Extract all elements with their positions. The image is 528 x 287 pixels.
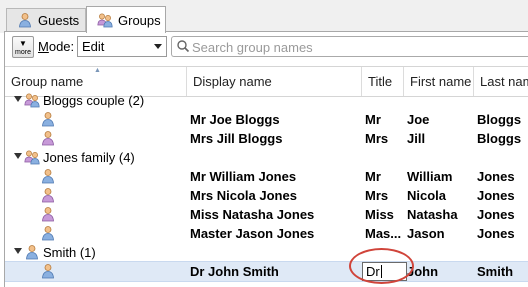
column-header-label: Group name [11, 74, 84, 89]
member-row[interactable]: Mr William Jones Mr William Jones [5, 167, 528, 186]
group-people-icon [24, 92, 40, 111]
first-name-cell[interactable]: Nicola [407, 188, 475, 203]
group-label: Smith (1) [43, 245, 96, 260]
first-name-cell[interactable]: Natasha [407, 207, 475, 222]
column-header-label: Last nam [480, 74, 528, 89]
tab-guests-label: Guests [38, 12, 80, 28]
title-cell[interactable]: Mr [365, 112, 403, 127]
title-cell[interactable]: Miss [365, 207, 403, 222]
member-row[interactable]: Master Jason Jones Mas... Jason Jones [5, 224, 528, 243]
column-header-label: First name [410, 74, 472, 89]
groups-grid: Group name ▲ Display name Title First na… [4, 62, 528, 287]
mode-value: Edit [82, 39, 105, 54]
tab-strip: Guests Groups [0, 0, 528, 33]
search-box[interactable] [171, 36, 528, 57]
female-person-icon [41, 206, 55, 225]
member-row-selected[interactable]: Dr John Smith Dr John Smith [5, 261, 528, 282]
group-label: Jones family (4) [43, 150, 135, 165]
female-person-icon [41, 130, 55, 149]
member-row[interactable]: Mrs Jill Bloggs Mrs Jill Bloggs [5, 129, 528, 148]
display-name-cell[interactable]: Mr Joe Bloggs [190, 112, 362, 127]
display-name-cell[interactable]: Miss Natasha Jones [190, 207, 362, 222]
title-cell[interactable]: Mrs [365, 188, 403, 203]
more-label: more [15, 49, 31, 56]
display-name-cell[interactable]: Mrs Jill Bloggs [190, 131, 362, 146]
column-header-label: Display name [193, 74, 272, 89]
female-person-icon [41, 187, 55, 206]
last-name-cell[interactable]: Smith [477, 264, 528, 279]
display-name-cell[interactable]: Master Jason Jones [190, 226, 362, 241]
group-people-icon [97, 12, 113, 28]
first-name-cell[interactable]: Joe [407, 112, 475, 127]
last-name-cell[interactable]: Jones [477, 169, 528, 184]
search-icon [176, 39, 190, 56]
male-person-icon [41, 263, 55, 282]
male-person-icon [41, 168, 55, 187]
dropdown-caret-icon [154, 44, 162, 49]
title-cell[interactable]: Mrs [365, 131, 403, 146]
group-row-jones[interactable]: Jones family (4) [5, 148, 528, 167]
first-name-cell[interactable]: John [407, 264, 475, 279]
male-person-icon [41, 225, 55, 244]
guest-person-icon [17, 12, 33, 28]
display-name-cell[interactable]: Dr John Smith [190, 264, 362, 279]
highlight-ellipse [349, 248, 414, 284]
first-name-cell[interactable]: Jill [407, 131, 475, 146]
member-row[interactable]: Miss Natasha Jones Miss Natasha Jones [5, 205, 528, 224]
male-person-icon [41, 111, 55, 130]
tab-groups-label: Groups [118, 12, 161, 28]
title-cell[interactable]: Mas... [365, 226, 403, 241]
member-row[interactable]: Mrs Nicola Jones Mrs Nicola Jones [5, 186, 528, 205]
search-input[interactable] [190, 38, 524, 57]
column-header-label: Title [368, 74, 393, 89]
expand-collapse-icon[interactable] [14, 248, 22, 254]
expand-collapse-icon[interactable] [14, 96, 22, 102]
tab-guests[interactable]: Guests [6, 8, 86, 31]
last-name-cell[interactable]: Bloggs [477, 131, 528, 146]
last-name-cell[interactable]: Jones [477, 226, 528, 241]
last-name-cell[interactable]: Jones [477, 188, 528, 203]
display-name-cell[interactable]: Mrs Nicola Jones [190, 188, 362, 203]
mode-label: Mode: [38, 39, 75, 54]
title-cell[interactable]: Mr [365, 169, 403, 184]
tab-groups[interactable]: Groups [86, 6, 166, 33]
group-people-icon [24, 149, 40, 168]
first-name-cell[interactable]: William [407, 169, 475, 184]
mode-select[interactable]: Edit [77, 36, 167, 57]
group-row-smith[interactable]: Smith (1) [5, 243, 528, 262]
expand-collapse-icon[interactable] [14, 153, 22, 159]
group-label: Bloggs couple (2) [43, 93, 145, 108]
member-row[interactable]: Mr Joe Bloggs Mr Joe Bloggs [5, 110, 528, 129]
more-button[interactable]: ▼ more [12, 36, 34, 58]
chevron-down-icon: ▼ [19, 39, 27, 48]
last-name-cell[interactable]: Bloggs [477, 112, 528, 127]
first-name-cell[interactable]: Jason [407, 226, 475, 241]
sort-ascending-icon: ▲ [94, 67, 101, 74]
last-name-cell[interactable]: Jones [477, 207, 528, 222]
group-row-bloggs[interactable]: Bloggs couple (2) [5, 91, 528, 110]
toolbar: ▼ more Mode: Edit [4, 32, 528, 62]
groups-window: Guests Groups ▼ more Mode: Edit Search g… [0, 0, 528, 287]
display-name-cell[interactable]: Mr William Jones [190, 169, 362, 184]
